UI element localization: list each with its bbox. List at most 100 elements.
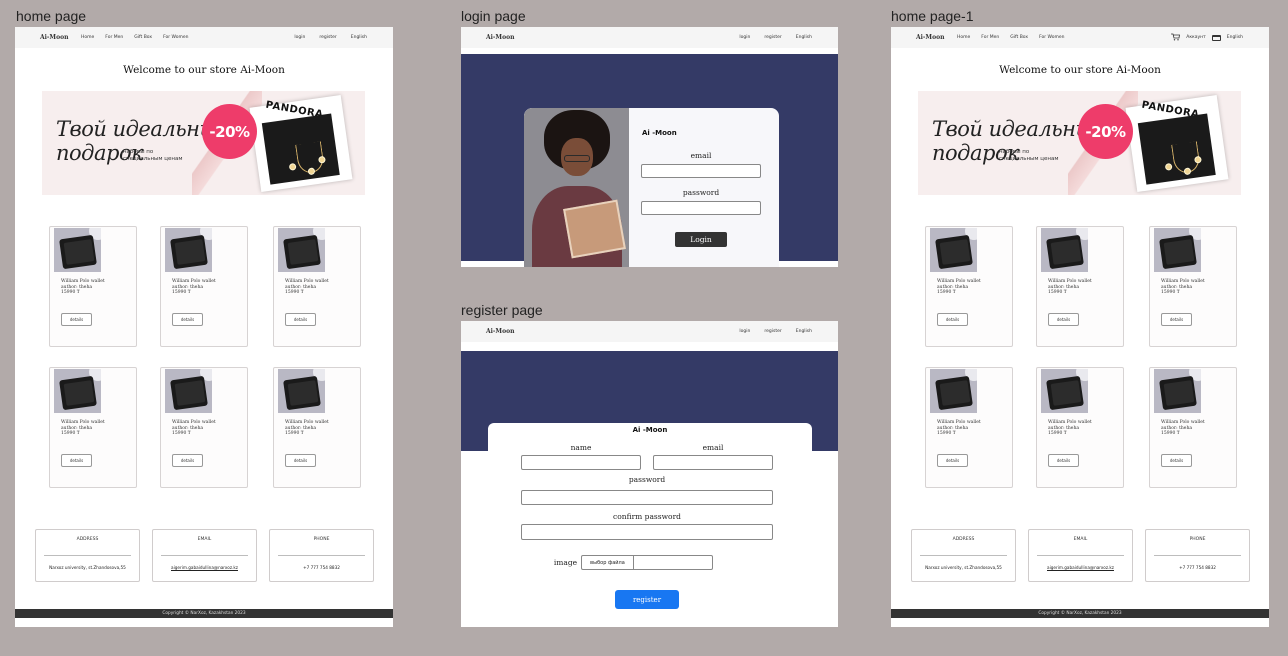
product-author: author: theha	[1161, 284, 1193, 290]
pendant	[1184, 168, 1191, 175]
cart-icon[interactable]	[1171, 33, 1181, 43]
email-input[interactable]	[641, 164, 761, 178]
language-selector[interactable]: English	[796, 35, 812, 40]
nav-link-for-women[interactable]: For Women	[1039, 35, 1064, 40]
nav-register-link[interactable]: register	[319, 35, 336, 40]
email-link[interactable]: aigerim.gabaidullina@narxoz.kz	[1029, 565, 1132, 570]
nav-links: Home For Men Gift Box For Women	[81, 35, 188, 40]
product-card[interactable]: William Polo wallet author: theha 15990 ₸ d…	[273, 226, 361, 347]
login-hero: Ai -Moon email password Login	[461, 54, 838, 267]
product-author: author: theha	[172, 284, 204, 290]
confirm-password-label: confirm password	[613, 512, 681, 521]
language-selector[interactable]: English	[1227, 35, 1243, 40]
phone-box: PHONE +7 777 754 8832	[1145, 529, 1250, 582]
brand-logo[interactable]: Ai-Moon	[40, 34, 68, 41]
nav-register-link[interactable]: register	[764, 329, 781, 334]
product-price: 15990 ₸	[1161, 431, 1180, 436]
email-input[interactable]	[653, 455, 773, 470]
details-button[interactable]: details	[937, 313, 968, 326]
product-name: William Polo wallet	[172, 279, 216, 284]
nav-login-link[interactable]: login	[739, 329, 750, 334]
earring	[319, 156, 325, 163]
product-info: William Polo wallet author: theha 15990 ₸	[937, 420, 1007, 437]
nav-link-gift-box[interactable]: Gift Box	[1010, 35, 1028, 40]
product-card[interactable]: William Polo wallet author: theha 15990 ₸ d…	[273, 367, 361, 488]
nav-link-home[interactable]: Home	[957, 35, 970, 40]
details-button[interactable]: details	[285, 313, 316, 326]
nav-link-for-men[interactable]: For Men	[105, 35, 123, 40]
product-price: 15990 ₸	[172, 431, 191, 436]
password-input[interactable]	[521, 490, 773, 505]
tablet-image	[563, 199, 626, 259]
product-card[interactable]: William Polo wallet author: theha 15990 ₸ d…	[1036, 226, 1124, 347]
language-selector[interactable]: English	[351, 35, 367, 40]
product-info: William Polo wallet author: theha 15990 ₸	[1161, 420, 1231, 437]
promo-banner[interactable]: Твой идеальный подарок наборы по специальн…	[42, 91, 365, 195]
brand-logo[interactable]: Ai-Moon	[486, 34, 514, 41]
confirm-password-input[interactable]	[521, 524, 773, 540]
details-button[interactable]: details	[1048, 313, 1079, 326]
frame-label-register: register page	[461, 302, 543, 318]
details-button[interactable]: details	[172, 313, 203, 326]
wallet-image	[1041, 228, 1088, 272]
account-link[interactable]: Аккаунт	[1186, 35, 1206, 40]
product-card[interactable]: William Polo wallet author: theha 15990 ₸ d…	[160, 367, 248, 488]
details-button[interactable]: details	[285, 454, 316, 467]
language-selector[interactable]: English	[796, 329, 812, 334]
product-name: William Polo wallet	[1048, 279, 1092, 284]
email-label: EMAIL	[197, 537, 212, 542]
product-card[interactable]: William Polo wallet author: theha 15990 ₸ d…	[49, 367, 137, 488]
password-label: password	[628, 475, 666, 484]
wallet-image	[54, 228, 101, 272]
product-card[interactable]: William Polo wallet author: theha 15990 ₸ d…	[1149, 226, 1237, 347]
product-price: 15990 ₸	[1161, 290, 1180, 295]
product-price: 15990 ₸	[61, 290, 80, 295]
nav-right: login register English	[739, 329, 812, 334]
nav-register-link[interactable]: register	[764, 35, 781, 40]
password-input[interactable]	[641, 201, 761, 215]
product-card[interactable]: William Polo wallet author: theha 15990 ₸ d…	[1036, 367, 1124, 488]
email-label: email	[690, 151, 712, 160]
nav-link-gift-box[interactable]: Gift Box	[134, 35, 152, 40]
details-button[interactable]: details	[172, 454, 203, 467]
login-button[interactable]: Login	[675, 232, 727, 247]
product-name: William Polo wallet	[61, 420, 105, 425]
nav-link-for-men[interactable]: For Men	[981, 35, 999, 40]
brand-logo[interactable]: Ai-Moon	[486, 328, 514, 335]
image-label: image	[553, 558, 578, 567]
brand-logo[interactable]: Ai-Moon	[916, 34, 944, 41]
product-price: 15990 ₸	[937, 290, 956, 295]
product-author: author: theha	[937, 284, 969, 290]
product-card[interactable]: William Polo wallet author: theha 15990 ₸ d…	[925, 226, 1013, 347]
nav-link-home[interactable]: Home	[81, 35, 94, 40]
nav-login-link[interactable]: login	[739, 35, 750, 40]
image-file-input[interactable]: выбор файла	[581, 555, 713, 570]
copyright-bar: Copyright © NarXoz, Kazakhstan 2023	[891, 609, 1269, 618]
details-button[interactable]: details	[1161, 313, 1192, 326]
product-card[interactable]: William Polo wallet author: theha 15990 ₸ d…	[49, 226, 137, 347]
name-input[interactable]	[521, 455, 641, 470]
woman-photo	[524, 108, 629, 267]
register-button[interactable]: register	[615, 590, 679, 609]
product-info: William Polo wallet author: theha 15990 ₸	[172, 420, 242, 437]
credit-card-icon[interactable]	[1211, 34, 1221, 41]
product-card[interactable]: William Polo wallet author: theha 15990 ₸ d…	[1149, 367, 1237, 488]
details-button[interactable]: details	[1161, 454, 1192, 467]
nav-login-link[interactable]: login	[294, 35, 305, 40]
details-button[interactable]: details	[61, 313, 92, 326]
promo-banner[interactable]: Твой идеальный подарок наборы по специальн…	[918, 91, 1241, 195]
product-author: author: theha	[285, 284, 317, 290]
details-button[interactable]: details	[1048, 454, 1079, 467]
product-info: William Polo wallet author: theha 15990 ₸	[61, 279, 131, 296]
login-page: Ai-Moon login register English Ai -Moon …	[461, 27, 838, 267]
product-card[interactable]: William Polo wallet author: theha 15990 ₸ d…	[925, 367, 1013, 488]
product-card[interactable]: William Polo wallet author: theha 15990 ₸ d…	[160, 226, 248, 347]
wallet-image	[1154, 369, 1201, 413]
details-button[interactable]: details	[61, 454, 92, 467]
file-choose-button[interactable]: выбор файла	[582, 556, 634, 569]
nav-link-for-women[interactable]: For Women	[163, 35, 188, 40]
details-button[interactable]: details	[937, 454, 968, 467]
password-label: password	[682, 188, 720, 197]
email-link[interactable]: aigerim.gabaidullina@narxoz.kz	[153, 565, 256, 570]
jewelry-box: PANDORA	[1125, 95, 1229, 192]
